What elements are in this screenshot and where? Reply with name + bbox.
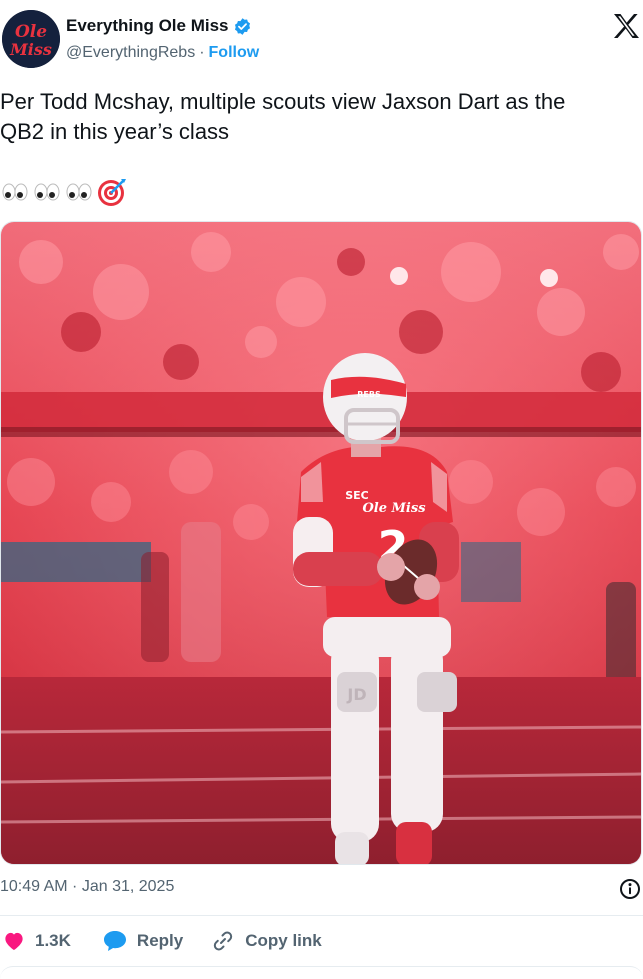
emoji-row xyxy=(0,176,128,208)
verified-badge-icon xyxy=(233,17,252,36)
tweet-header: Ole Miss Everything Ole Miss @Everything… xyxy=(0,0,643,80)
reply-label: Reply xyxy=(136,931,184,950)
action-bar: 1.3K Reply Copy link xyxy=(0,925,322,957)
link-icon xyxy=(214,931,233,951)
avatar[interactable]: Ole Miss xyxy=(2,10,60,68)
eyes-icon xyxy=(2,183,28,201)
divider xyxy=(0,915,643,916)
tweet-photo[interactable]: JD SEC Ole Miss 2 REBS xyxy=(0,221,642,865)
jersey-script: Ole Miss xyxy=(362,501,426,516)
info-icon[interactable] xyxy=(619,878,641,900)
name-row: Everything Ole Miss xyxy=(66,16,252,36)
pad-letters: JD xyxy=(346,685,366,704)
helmet-text: REBS xyxy=(357,390,381,399)
heart-icon xyxy=(5,932,23,951)
follow-button[interactable]: Follow xyxy=(209,44,260,62)
eyes-icon xyxy=(34,183,60,201)
like-count: 1.3K xyxy=(35,931,71,950)
handle-row: @EverythingRebs · Follow xyxy=(66,44,259,62)
target-icon xyxy=(98,179,126,206)
user-handle[interactable]: @EverythingRebs xyxy=(66,44,195,62)
x-logo-icon[interactable] xyxy=(612,13,640,39)
copy-link-label: Copy link xyxy=(245,931,322,950)
read-replies-container[interactable] xyxy=(0,966,643,979)
separator-dot: · xyxy=(199,44,205,61)
copy-link-button[interactable]: Copy link xyxy=(211,929,322,953)
reply-bubble-icon xyxy=(103,931,126,951)
like-button[interactable]: 1.3K xyxy=(3,931,71,951)
avatar-text-bottom: Miss xyxy=(9,40,52,59)
reply-button[interactable]: Reply xyxy=(103,930,183,952)
display-name[interactable]: Everything Ole Miss xyxy=(66,16,229,36)
eyes-icon xyxy=(66,183,92,201)
tweet-timestamp[interactable]: 10:49 AM · Jan 31, 2025 xyxy=(0,878,174,896)
avatar-text-top: Ole xyxy=(15,22,47,42)
tweet-text: Per Todd Mcshay, multiple scouts view Ja… xyxy=(0,89,566,144)
